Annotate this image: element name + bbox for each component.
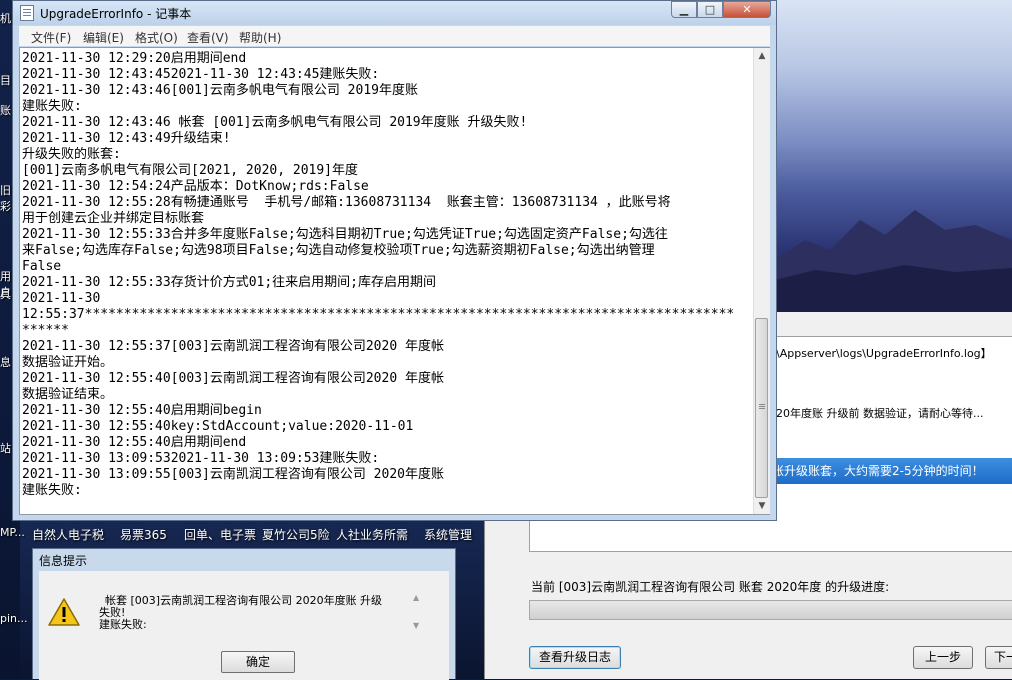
desktop-label[interactable]: 站 bbox=[0, 440, 11, 456]
log-line: 建账失败: bbox=[22, 483, 82, 498]
log-line: 2021-11-30 12:55:28有畅捷通账号 手机号/邮箱:1360873… bbox=[22, 195, 671, 210]
desktop-label[interactable]: 彩 bbox=[0, 198, 11, 214]
notepad-app-icon[interactable] bbox=[20, 5, 34, 21]
notepad-window: UpgradeErrorInfo - 记事本 ▁ □ ✕ 文件(F) 编辑(E)… bbox=[12, 0, 777, 521]
log-line: 2021-11-30 12:43:46 帐套 [001]云南多帆电气有限公司 2… bbox=[22, 115, 528, 130]
vertical-scrollbar[interactable]: ▲ ▼ bbox=[753, 48, 770, 514]
log-line: 2021-11-30 12:55:33存货计价方式01;往来启用期间;库存启用期… bbox=[22, 275, 437, 290]
scroll-down-arrow-icon[interactable]: ▼ bbox=[754, 498, 770, 514]
desktop-label[interactable]: 机 bbox=[0, 10, 11, 26]
log-line: False bbox=[22, 259, 62, 274]
desktop-label[interactable]: 旧 bbox=[0, 182, 11, 198]
grip-icon bbox=[759, 404, 765, 405]
log-line: 2021-11-30 13:09:532021-11-30 13:09:53建账… bbox=[22, 451, 380, 466]
close-button[interactable]: ✕ bbox=[723, 1, 771, 18]
log-line: 2021-11-30 12:55:40启用期间begin bbox=[22, 403, 262, 418]
menu-file[interactable]: 文件(F) bbox=[31, 29, 71, 46]
dialog-message-line: 帐套 [003]云南凯润工程咨询有限公司 2020年度账 升级 bbox=[105, 594, 383, 607]
dialog-title: 信息提示 bbox=[39, 554, 88, 568]
log-line: 2021-11-30 12:55:40启用期间end bbox=[22, 435, 247, 450]
info-dialog: 信息提示 帐套 [003]云南凯润工程咨询有限公司 2020年度账 升级 失败!… bbox=[32, 548, 456, 680]
log-line: 建账失败: bbox=[22, 99, 82, 114]
log-text[interactable]: 2021-11-30 12:29:20启用期间end 2021-11-30 12:… bbox=[22, 51, 757, 499]
status-text: 20年度账 升级前 数据验证，请耐心等待... bbox=[776, 407, 984, 420]
notepad-titlebar[interactable]: UpgradeErrorInfo - 记事本 ▁ □ ✕ bbox=[13, 1, 776, 25]
menu-bar: 文件(F) 编辑(E) 格式(O) 查看(V) 帮助(H) bbox=[19, 26, 770, 46]
desktop-label[interactable]: 目 bbox=[0, 72, 11, 88]
desktop-icon-label[interactable]: 易票365 bbox=[120, 526, 167, 543]
log-line: [001]云南多帆电气有限公司[2021, 2020, 2019]年度 bbox=[22, 163, 359, 178]
scroll-down-arrow-icon[interactable]: ▼ bbox=[413, 621, 419, 630]
scroll-up-arrow-icon[interactable]: ▲ bbox=[413, 593, 419, 602]
log-line: 2021-11-30 12:55:33合并多年度账False;勾选科目期初Tru… bbox=[22, 227, 668, 242]
next-button[interactable]: 下一 bbox=[985, 646, 1012, 669]
log-path-text: \Appserver\logs\UpgradeErrorInfo.log】 bbox=[776, 347, 992, 360]
desktop-icon-label[interactable]: 人社业务所需 bbox=[336, 526, 408, 543]
scrollbar-thumb[interactable] bbox=[755, 318, 768, 498]
log-line: 2021-11-30 12:55:37[003]云南凯润工程咨询有限公司2020… bbox=[22, 339, 444, 354]
log-line: 用于创建云企业并绑定目标账套 bbox=[22, 211, 205, 226]
log-line: 数据验证结束。 bbox=[22, 387, 114, 402]
scroll-up-arrow-icon[interactable]: ▲ bbox=[754, 48, 770, 64]
info-banner: 账升级账套，大约需要2-5分钟的时间！ bbox=[758, 458, 1012, 484]
log-line: 数据验证开始。 bbox=[22, 355, 114, 370]
log-line: 2021-11-30 13:09:55[003]云南凯润工程咨询有限公司 202… bbox=[22, 467, 444, 482]
log-line: 来False;勾选库存False;勾选98项目False;勾选自动修复校验项Tr… bbox=[22, 243, 655, 258]
log-line: 2021-11-30 12:43:49升级结束! bbox=[22, 131, 231, 146]
desktop-label[interactable]: 具 bbox=[0, 286, 11, 302]
log-line: 2021-11-30 12:43:452021-11-30 12:43:45建账… bbox=[22, 67, 380, 82]
menu-help[interactable]: 帮助(H) bbox=[239, 29, 281, 46]
desktop-label[interactable]: 账 bbox=[0, 102, 11, 118]
log-line: 2021-11-30 12:55:40key:StdAccount;value:… bbox=[22, 419, 414, 434]
desktop-icon-label[interactable]: 夏竹公司5险 bbox=[262, 526, 330, 543]
progress-label: 当前 [003]云南凯润工程咨询有限公司 账套 2020年度 的升级进度: bbox=[531, 580, 890, 594]
menu-format[interactable]: 格式(O) bbox=[135, 29, 178, 46]
dialog-message: 帐套 [003]云南凯润工程咨询有限公司 2020年度账 升级 失败! 建账失败… bbox=[99, 595, 409, 631]
log-line: ****** bbox=[22, 323, 69, 338]
dialog-scrollbar[interactable]: ▲ ▼ bbox=[411, 593, 425, 631]
desktop-icon-row: 自然人电子税 易票365 回单、电子票 夏竹公司5险 人社业务所需 系统管理 bbox=[0, 522, 500, 544]
log-line: 升级失败的账套: bbox=[22, 147, 121, 162]
ok-button[interactable]: 确定 bbox=[221, 651, 295, 673]
view-log-button[interactable]: 查看升级日志 bbox=[529, 646, 621, 669]
dialog-body: 帐套 [003]云南凯润工程咨询有限公司 2020年度账 升级 失败! 建账失败… bbox=[39, 571, 449, 680]
warning-icon bbox=[48, 598, 80, 626]
desktop-icon-label[interactable]: 系统管理 bbox=[424, 526, 472, 543]
progress-bar bbox=[529, 600, 1012, 620]
log-line: 2021-11-30 12:54:24产品版本：DotKnow;rds:Fals… bbox=[22, 179, 369, 194]
log-line: 2021-11-30 12:55:40[003]云南凯润工程咨询有限公司2020… bbox=[22, 371, 444, 386]
menu-view[interactable]: 查看(V) bbox=[187, 29, 229, 46]
minimize-button[interactable]: ▁ bbox=[671, 1, 697, 18]
dialog-message-line: 建账失败: bbox=[99, 618, 147, 631]
log-line: 12:55:37********************************… bbox=[22, 307, 735, 322]
desktop-label[interactable]: 息 bbox=[0, 354, 11, 370]
desktop-icon-label[interactable]: 自然人电子税 bbox=[32, 526, 104, 543]
desktop-icon-label[interactable]: 回单、电子票 bbox=[184, 526, 256, 543]
maximize-button[interactable]: □ bbox=[697, 1, 723, 18]
log-line: 2021-11-30 12:29:20启用期间end bbox=[22, 51, 247, 66]
window-title: UpgradeErrorInfo - 记事本 bbox=[40, 7, 192, 21]
menu-edit[interactable]: 编辑(E) bbox=[83, 29, 124, 46]
log-line: 2021-11-30 12:43:46[001]云南多帆电气有限公司 2019年… bbox=[22, 83, 418, 98]
notepad-text-area[interactable]: 2021-11-30 12:29:20启用期间end 2021-11-30 12:… bbox=[19, 47, 770, 515]
desktop-label[interactable]: pin... bbox=[0, 612, 28, 625]
mountain-silhouette bbox=[775, 210, 1012, 312]
log-line: 2021-11-30 bbox=[22, 291, 101, 306]
prev-button[interactable]: 上一步 bbox=[913, 646, 973, 669]
